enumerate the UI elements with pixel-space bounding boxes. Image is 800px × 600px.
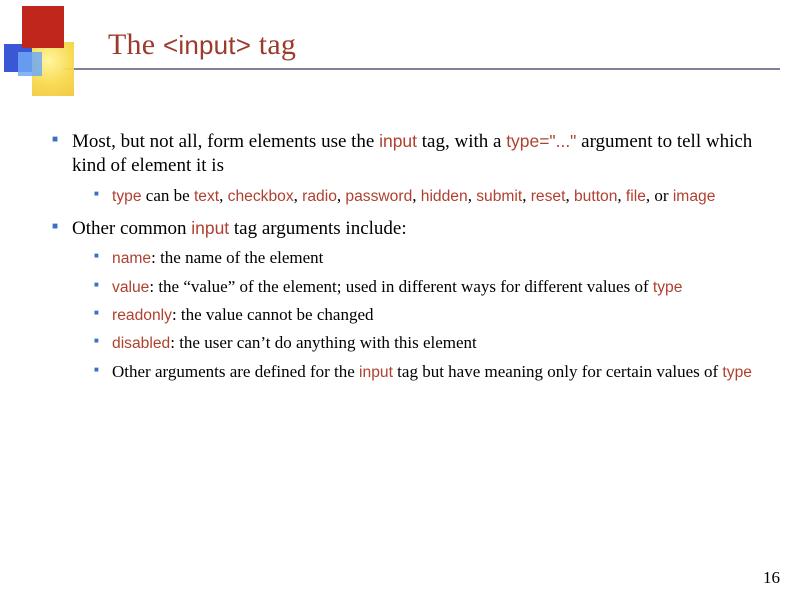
bullet-lvl1: Most, but not all, form elements use the…	[52, 130, 764, 207]
bullet-lvl1: Other common input tag arguments include…	[52, 217, 764, 383]
code-text: input	[379, 131, 417, 151]
code-text: input	[191, 218, 229, 238]
code-text: submit	[476, 188, 522, 205]
code-text: input	[359, 364, 393, 381]
slide-title: The <input> tag	[108, 28, 296, 62]
body-text: ,	[617, 186, 626, 205]
code-text: password	[345, 188, 412, 205]
body-text: Other arguments are defined for the	[112, 362, 359, 381]
title-post: tag	[251, 28, 296, 61]
bullet-lvl2: readonly: the value cannot be changed	[94, 304, 764, 326]
bullet-lvl2: value: the “value” of the element; used …	[94, 276, 764, 298]
code-text: value	[112, 279, 149, 296]
slide-body: Most, but not all, form elements use the…	[52, 130, 764, 393]
body-text: can be	[142, 186, 194, 205]
body-text: ,	[522, 186, 531, 205]
body-text: tag arguments include:	[229, 218, 406, 239]
code-text: text	[194, 188, 219, 205]
bullet-lvl2: name: the name of the element	[94, 247, 764, 269]
code-text: type	[112, 188, 142, 205]
code-text: type="..."	[506, 131, 576, 151]
code-text: type	[653, 279, 683, 296]
body-text: : the value cannot be changed	[172, 305, 374, 324]
code-text: file	[626, 188, 646, 205]
code-text: name	[112, 250, 151, 267]
body-text: Other common	[72, 218, 191, 239]
code-text: disabled	[112, 335, 170, 352]
body-text: ,	[468, 186, 477, 205]
body-text: , or	[646, 186, 673, 205]
page-number: 16	[763, 568, 780, 588]
body-text: tag, with a	[417, 131, 506, 152]
body-text: tag but have meaning only for certain va…	[393, 362, 723, 381]
bullet-lvl2: type can be text, checkbox, radio, passw…	[94, 185, 764, 207]
code-text: readonly	[112, 307, 172, 324]
body-text: ,	[412, 186, 421, 205]
body-text: Most, but not all, form elements use the	[72, 131, 379, 152]
body-text: ,	[565, 186, 574, 205]
corner-logo	[0, 0, 80, 110]
code-text: reset	[531, 188, 566, 205]
code-text: hidden	[421, 188, 468, 205]
code-text: image	[673, 188, 716, 205]
title-underline	[62, 68, 780, 70]
body-text: ,	[219, 186, 228, 205]
title-pre: The	[108, 28, 163, 61]
code-text: button	[574, 188, 617, 205]
body-text: : the “value” of the element; used in di…	[149, 277, 653, 296]
code-text: checkbox	[228, 188, 294, 205]
body-text: : the name of the element	[151, 248, 323, 267]
code-text: type	[722, 364, 752, 381]
title-code: <input>	[163, 30, 251, 60]
body-text: ,	[294, 186, 303, 205]
body-text: : the user can’t do anything with this e…	[170, 333, 477, 352]
code-text: radio	[302, 188, 337, 205]
bullet-lvl2: disabled: the user can’t do anything wit…	[94, 332, 764, 354]
bullet-lvl2: Other arguments are defined for the inpu…	[94, 361, 764, 383]
